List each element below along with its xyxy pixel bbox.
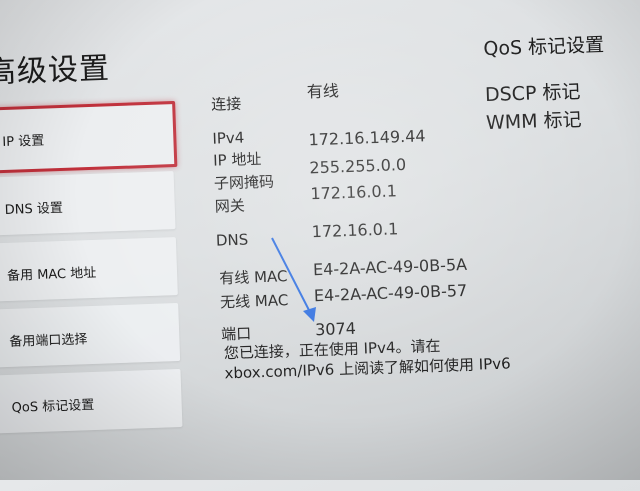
wireless-mac-value: E4-2A-AC-49-0B-57 [313,280,468,306]
nav-item-alternate-port[interactable]: 备用端口选择 [0,302,181,368]
nav-item-ip-settings[interactable]: IP 设置 [0,100,178,174]
ip-address-label: IP 地址 [212,150,262,170]
ipv6-note: 您已连接，正在使用 IPv4。请在 xbox.com/IPv6 上阅读了解如何使… [223,336,511,383]
gateway-value: 172.16.0.1 [310,181,398,204]
nav-item-dns-settings[interactable]: DNS 设置 [0,171,176,236]
dns-label: DNS [215,230,249,250]
qos-item-wmm: WMM 标记 [485,108,582,135]
port-label: 端口 [220,324,252,344]
settings-screen: 高级设置 IP 设置 DNS 设置 备用 MAC 地址 备用端口选择 QoS 标… [0,0,640,491]
port-value: 3074 [314,318,357,340]
nav-item-label: QoS 标记设置 [11,397,95,416]
wired-mac-label: 有线 MAC [218,267,288,288]
nav-item-label: 备用 MAC 地址 [6,265,97,284]
dns-value: 172.16.0.1 [311,219,399,242]
settings-nav: IP 设置 DNS 设置 备用 MAC 地址 备用端口选择 QoS 标记设置 [0,100,183,434]
subnet-mask-value: 255.255.0.0 [309,154,407,178]
nav-item-label: IP 设置 [2,133,45,151]
nav-item-qos-settings[interactable]: QoS 标记设置 [0,368,183,434]
network-info-panel: 连接 有线 IPv4 IP 地址 172.16.149.44 子网掩码 255.… [210,71,510,343]
nav-item-label: DNS 设置 [4,200,64,218]
connection-label: 连接 [210,94,242,114]
qos-title: QoS 标记设置 [483,33,605,61]
connection-value: 有线 [306,81,340,102]
qos-panel: QoS 标记设置 DSCP 标记 WMM 标记 [483,27,640,137]
nav-item-alternate-mac[interactable]: 备用 MAC 地址 [0,237,178,302]
page-title: 高级设置 [0,51,111,91]
subnet-mask-label: 子网掩码 [213,172,275,193]
ipv4-heading: IPv4 [212,128,245,148]
wireless-mac-label: 无线 MAC [219,291,289,312]
gateway-label: 网关 [214,196,246,216]
nav-item-label: 备用端口选择 [9,332,88,350]
ip-address-value: 172.16.149.44 [308,126,426,150]
wired-mac-value: E4-2A-AC-49-0B-5A [312,254,468,280]
